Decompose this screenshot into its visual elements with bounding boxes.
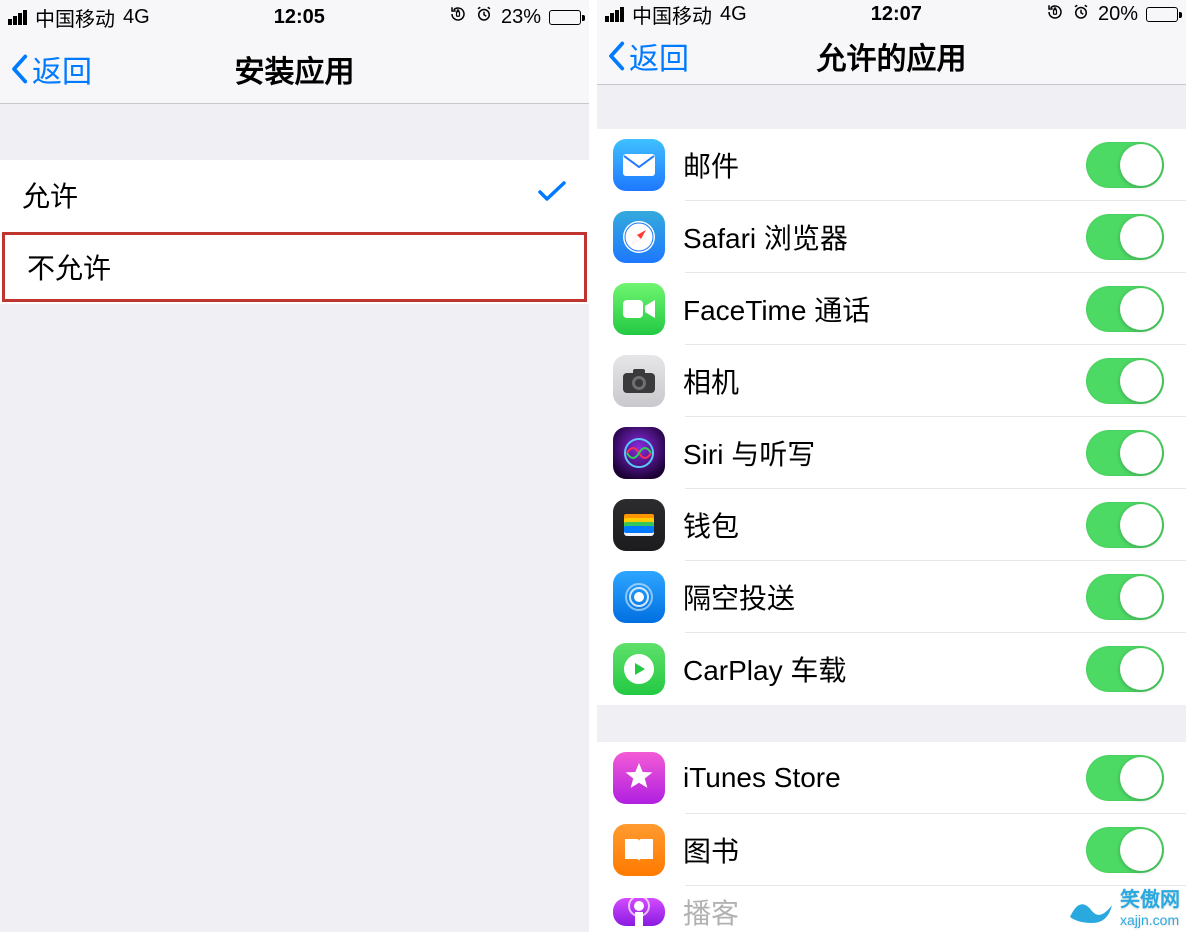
app-row-carplay[interactable]: CarPlay 车载 [597, 633, 1186, 705]
battery-pct: 23% [501, 6, 541, 29]
app-label: 钱包 [683, 505, 739, 545]
alarm-icon [1072, 3, 1090, 27]
app-label: iTunes Store [683, 762, 841, 794]
podcast-icon [613, 898, 665, 926]
rotation-lock-icon [1046, 3, 1064, 27]
app-label: 隔空投送 [683, 577, 795, 617]
app-label: 邮件 [683, 145, 739, 185]
option-allow[interactable]: 允许 [0, 160, 589, 230]
app-label: Siri 与听写 [683, 433, 815, 473]
battery-pct: 20% [1098, 3, 1138, 26]
app-row-facetime[interactable]: FaceTime 通话 [597, 273, 1186, 345]
nav-bar: 返回 允许的应用 [597, 29, 1186, 85]
app-label: Safari 浏览器 [683, 217, 848, 257]
siri-icon [613, 427, 665, 479]
toggle-switch[interactable] [1086, 286, 1164, 332]
right-screen: 中国移动 4G 12:07 20% 返回 允许的应用 [597, 0, 1186, 932]
option-disallow[interactable]: 不允许 [2, 232, 587, 302]
app-row-siri[interactable]: Siri 与听写 [597, 417, 1186, 489]
carplay-icon [613, 643, 665, 695]
checkmark-icon [537, 179, 567, 211]
toggle-switch[interactable] [1086, 827, 1164, 873]
page-title: 允许的应用 [817, 34, 967, 78]
toggle-switch[interactable] [1086, 755, 1164, 801]
app-row-camera[interactable]: 相机 [597, 345, 1186, 417]
mail-icon [613, 139, 665, 191]
toggle-switch[interactable] [1086, 574, 1164, 620]
app-label: FaceTime 通话 [683, 289, 870, 329]
option-disallow-label: 不允许 [27, 247, 111, 287]
status-bar: 中国移动 4G 12:05 23% [0, 0, 589, 34]
nav-bar: 返回 安装应用 [0, 34, 589, 104]
toggle-switch[interactable] [1086, 358, 1164, 404]
alarm-icon [475, 5, 493, 29]
battery-icon [549, 10, 581, 25]
back-button[interactable]: 返回 [605, 34, 689, 78]
itunes-icon [613, 752, 665, 804]
app-row-wallet[interactable]: 钱包 [597, 489, 1186, 561]
clock: 12:05 [274, 6, 325, 29]
back-label: 返回 [32, 47, 92, 91]
app-label: CarPlay 车载 [683, 649, 846, 689]
rotation-lock-icon [449, 5, 467, 29]
back-label: 返回 [629, 34, 689, 78]
carrier-label: 中国移动 [632, 0, 712, 29]
app-row-podcast[interactable]: 播客 [597, 886, 1186, 932]
status-bar: 中国移动 4G 12:07 20% [597, 0, 1186, 29]
airdrop-icon [613, 571, 665, 623]
books-icon [613, 824, 665, 876]
toggle-switch[interactable] [1086, 430, 1164, 476]
wallet-icon [613, 499, 665, 551]
toggle-switch[interactable] [1086, 142, 1164, 188]
app-row-books[interactable]: 图书 [597, 814, 1186, 886]
signal-icon [605, 7, 624, 22]
install-apps-options: 允许 不允许 [0, 160, 589, 304]
app-row-itunes[interactable]: iTunes Store [597, 742, 1186, 814]
carrier-label: 中国移动 [35, 3, 115, 32]
battery-icon [1146, 7, 1178, 22]
left-screen: 中国移动 4G 12:05 23% 返回 安装应用 允许 [0, 0, 589, 932]
camera-icon [613, 355, 665, 407]
app-label: 图书 [683, 830, 739, 870]
toggle-switch[interactable] [1086, 502, 1164, 548]
network-label: 4G [123, 6, 150, 29]
network-label: 4G [720, 3, 747, 26]
back-chevron-icon [605, 41, 627, 71]
safari-icon [613, 211, 665, 263]
app-row-airdrop[interactable]: 隔空投送 [597, 561, 1186, 633]
signal-icon [8, 10, 27, 25]
allowed-apps-group-1: 邮件 Safari 浏览器 FaceTime 通话 相机 [597, 129, 1186, 705]
app-row-mail[interactable]: 邮件 [597, 129, 1186, 201]
app-label: 播客 [683, 892, 739, 932]
back-chevron-icon [8, 54, 30, 84]
toggle-switch[interactable] [1086, 214, 1164, 260]
allowed-apps-group-2: iTunes Store 图书 播客 [597, 742, 1186, 932]
toggle-switch[interactable] [1086, 646, 1164, 692]
clock: 12:07 [871, 3, 922, 26]
facetime-icon [613, 283, 665, 335]
app-row-safari[interactable]: Safari 浏览器 [597, 201, 1186, 273]
app-label: 相机 [683, 361, 739, 401]
back-button[interactable]: 返回 [8, 47, 92, 91]
page-title: 安装应用 [235, 47, 355, 91]
option-allow-label: 允许 [22, 175, 78, 215]
